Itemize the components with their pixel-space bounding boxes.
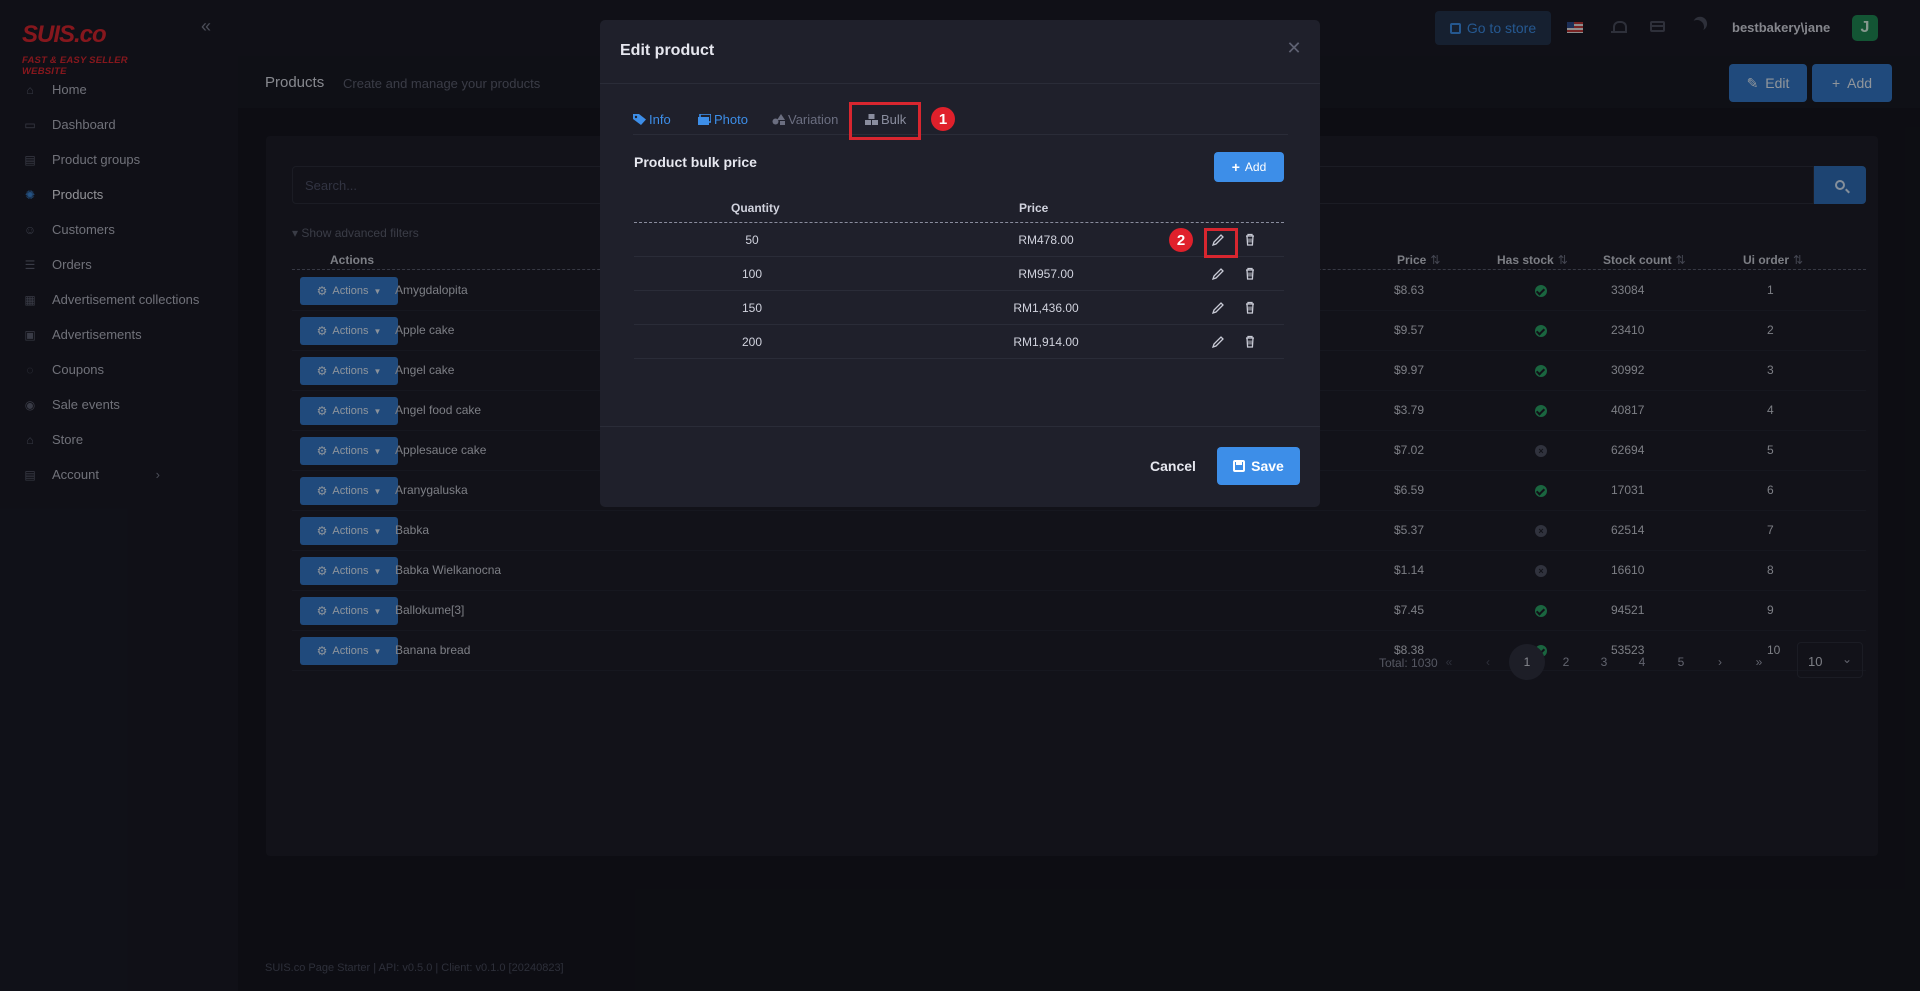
plus-icon: + (1231, 159, 1240, 175)
tab-info-label: Info (649, 112, 671, 127)
trash-icon[interactable] (1242, 334, 1258, 350)
bulk-price: RM1,436.00 (1013, 301, 1079, 315)
annotation-badge-2: 2 (1169, 228, 1193, 252)
add-bulk-label: Add (1244, 160, 1267, 174)
tabs-divider (633, 134, 1288, 135)
bulk-quantity: 100 (741, 267, 763, 281)
tag-icon (633, 114, 646, 125)
annotation-highlight-bulk-tab (849, 102, 921, 140)
col-quantity: Quantity (731, 201, 780, 215)
bulk-quantity: 150 (741, 301, 763, 315)
tab-variation-label: Variation (788, 112, 839, 127)
bulk-price-row: 100 RM957.00 (634, 257, 1284, 291)
save-disk-icon (1233, 460, 1246, 472)
tab-variation[interactable]: Variation (772, 112, 838, 127)
bulk-price-row: 200 RM1,914.00 (634, 325, 1284, 359)
bulk-price: RM1,914.00 (1013, 335, 1079, 349)
bulk-price-row: 150 RM1,436.00 (634, 291, 1284, 325)
save-label: Save (1251, 458, 1284, 474)
bulk-price: RM957.00 (1018, 267, 1074, 281)
cancel-button[interactable]: Cancel (1137, 447, 1209, 485)
images-icon (698, 114, 711, 125)
close-icon[interactable]: ✕ (1286, 39, 1302, 57)
divider (600, 83, 1320, 84)
modal-title: Edit product (620, 42, 715, 59)
edit-pencil-icon[interactable] (1210, 266, 1226, 282)
edit-pencil-icon[interactable] (1210, 300, 1226, 316)
add-bulk-price-button[interactable]: + Add (1214, 152, 1284, 182)
bulk-quantity: 50 (745, 233, 759, 247)
edit-product-modal: Edit product ✕ Info Photo Variation Bulk… (600, 20, 1320, 507)
annotation-highlight-edit-row (1204, 228, 1238, 258)
section-title: Product bulk price (634, 154, 757, 170)
tab-photo[interactable]: Photo (698, 112, 748, 127)
tab-info[interactable]: Info (633, 112, 671, 127)
bulk-quantity: 200 (741, 335, 763, 349)
annotation-badge-1: 1 (931, 107, 955, 131)
trash-icon[interactable] (1242, 266, 1258, 282)
trash-icon[interactable] (1242, 300, 1258, 316)
shapes-icon (772, 114, 785, 125)
col-bulk-price: Price (1019, 201, 1049, 215)
edit-pencil-icon[interactable] (1210, 334, 1226, 350)
save-button[interactable]: Save (1217, 447, 1300, 485)
trash-icon[interactable] (1242, 232, 1258, 248)
divider (600, 426, 1320, 427)
tab-photo-label: Photo (714, 112, 748, 127)
